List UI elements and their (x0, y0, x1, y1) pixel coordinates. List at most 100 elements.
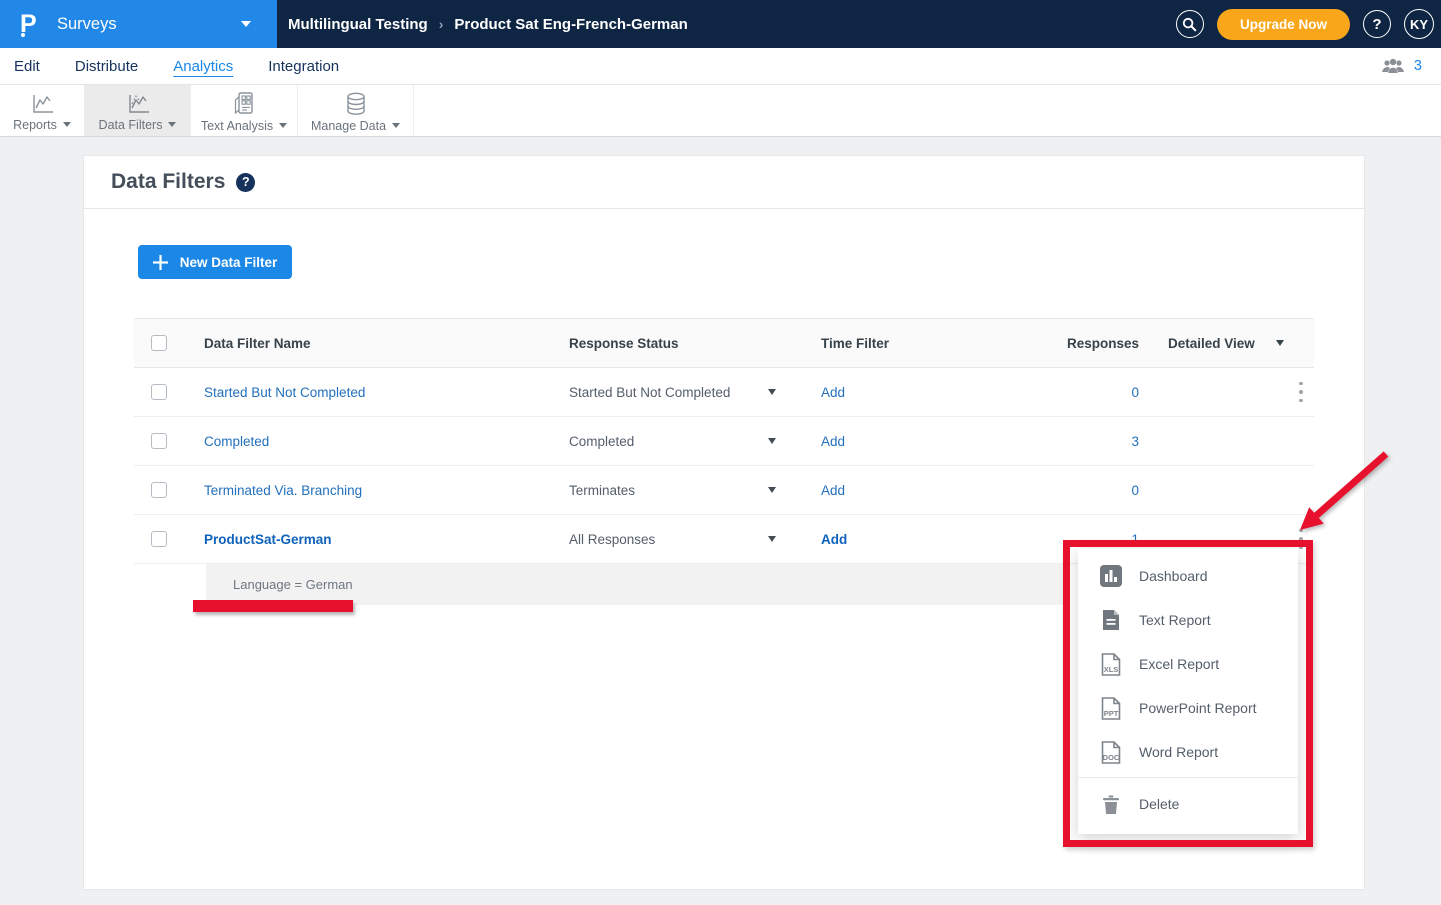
toolbar-data-filters-label: Data Filters (99, 118, 163, 132)
select-all-checkbox[interactable] (151, 335, 167, 351)
svg-text:DOC: DOC (1102, 753, 1119, 762)
menu-item-powerpoint-report[interactable]: PPT PowerPoint Report (1078, 686, 1298, 730)
detailed-view-dropdown[interactable]: Detailed View (1139, 336, 1288, 351)
breadcrumb-separator: › (439, 16, 444, 32)
chevron-down-icon (63, 122, 71, 127)
row-checkbox[interactable] (151, 531, 167, 547)
responses-count[interactable]: 0 (1131, 483, 1139, 498)
table-header-row: Data Filter Name Response Status Time Fi… (134, 318, 1314, 368)
search-button[interactable] (1176, 10, 1204, 38)
page-title: Data Filters (111, 170, 225, 194)
header-data-filter-name: Data Filter Name (204, 336, 569, 351)
chevron-down-icon (392, 123, 400, 128)
toolbar-text-analysis-label: Text Analysis (201, 119, 273, 133)
collaborators-count[interactable]: 3 (1414, 58, 1422, 74)
response-status-dropdown[interactable]: Completed (569, 434, 821, 449)
tab-distribute[interactable]: Distribute (75, 58, 138, 75)
product-switcher[interactable]: P Surveys (0, 0, 277, 48)
table-row: Terminated Via. Branching Terminates Add… (134, 466, 1314, 515)
line-chart-icon (29, 92, 55, 116)
filter-name-link[interactable]: Terminated Via. Branching (204, 483, 362, 498)
responses-count[interactable]: 3 (1131, 434, 1139, 449)
breadcrumb-survey[interactable]: Product Sat Eng-French-German (454, 16, 687, 33)
menu-divider (1078, 777, 1298, 778)
menu-item-delete[interactable]: Delete (1078, 780, 1298, 828)
tab-edit[interactable]: Edit (14, 58, 40, 75)
top-navbar: P Surveys Multilingual Testing › Product… (0, 0, 1441, 48)
product-name: Surveys (57, 15, 117, 34)
response-status-value: Terminates (569, 483, 635, 498)
chevron-down-icon (768, 438, 776, 444)
filter-name-link[interactable]: Completed (204, 434, 269, 449)
time-filter-add-link[interactable]: Add (821, 434, 845, 449)
chevron-down-icon (768, 487, 776, 493)
menu-item-excel-report[interactable]: XLS Excel Report (1078, 642, 1298, 686)
header-time-filter: Time Filter (821, 336, 1011, 351)
header-response-status: Response Status (569, 336, 821, 351)
doc-file-icon: DOC (1099, 741, 1122, 764)
menu-item-dashboard[interactable]: Dashboard (1078, 554, 1298, 598)
chevron-down-icon (279, 123, 287, 128)
time-filter-add-link[interactable]: Add (821, 483, 845, 498)
dashboard-icon (1099, 565, 1122, 588)
time-filter-add-link[interactable]: Add (821, 532, 847, 547)
new-data-filter-button[interactable]: New Data Filter (138, 245, 292, 279)
responses-count[interactable]: 0 (1131, 385, 1139, 400)
menu-item-label: Word Report (1139, 744, 1218, 760)
toolbar-text-analysis[interactable]: Text Analysis (191, 85, 298, 136)
page-help-icon[interactable]: ? (236, 173, 255, 192)
toolbar-manage-data-label: Manage Data (311, 119, 386, 133)
analytics-toolbar: Reports Data Filters Text Analysis (0, 85, 1441, 137)
row-actions-kebab-icon[interactable] (1290, 378, 1312, 406)
response-status-dropdown[interactable]: All Responses (569, 532, 821, 547)
text-analysis-icon (232, 91, 256, 117)
toolbar-data-filters[interactable]: Data Filters (85, 85, 191, 136)
text-file-icon (1099, 609, 1122, 632)
row-checkbox[interactable] (151, 482, 167, 498)
header-responses: Responses (1011, 336, 1139, 351)
response-status-dropdown[interactable]: Terminates (569, 483, 821, 498)
response-status-dropdown[interactable]: Started But Not Completed (569, 385, 821, 400)
help-button[interactable]: ? (1363, 10, 1391, 38)
menu-item-word-report[interactable]: DOC Word Report (1078, 730, 1298, 774)
time-filter-add-link[interactable]: Add (821, 385, 845, 400)
responses-count[interactable]: 1 (1131, 532, 1139, 547)
user-avatar[interactable]: KY (1404, 9, 1434, 39)
svg-text:XLS: XLS (1103, 665, 1118, 674)
collaborators[interactable]: 3 (1381, 58, 1441, 75)
chevron-down-icon (768, 389, 776, 395)
response-status-value: All Responses (569, 532, 655, 547)
toolbar-reports-label: Reports (13, 118, 57, 132)
chevron-down-icon (168, 122, 176, 127)
new-data-filter-label: New Data Filter (180, 255, 278, 270)
toolbar-reports[interactable]: Reports (0, 85, 85, 136)
chevron-down-icon (1276, 340, 1284, 346)
row-checkbox[interactable] (151, 433, 167, 449)
ppt-file-icon: PPT (1099, 697, 1122, 720)
filter-name-link[interactable]: Started But Not Completed (204, 385, 365, 400)
section-tabs: Edit Distribute Analytics Integration (14, 58, 339, 75)
line-chart-icon (125, 92, 151, 116)
questionpro-logo: P (20, 9, 46, 39)
upgrade-now-button[interactable]: Upgrade Now (1217, 9, 1350, 40)
trash-icon (1099, 793, 1122, 816)
response-status-value: Completed (569, 434, 634, 449)
menu-item-label: PowerPoint Report (1139, 700, 1257, 716)
tab-analytics[interactable]: Analytics (173, 58, 233, 75)
filter-condition: Language = German (206, 564, 1064, 605)
toolbar-manage-data[interactable]: Manage Data (298, 85, 414, 136)
panel-header: Data Filters ? (84, 156, 1364, 209)
menu-item-label: Text Report (1139, 612, 1211, 628)
menu-item-text-report[interactable]: Text Report (1078, 598, 1298, 642)
collaborators-icon (1381, 58, 1405, 75)
breadcrumb: Multilingual Testing › Product Sat Eng-F… (288, 16, 688, 33)
filter-name-link[interactable]: ProductSat-German (204, 532, 332, 547)
row-checkbox[interactable] (151, 384, 167, 400)
plus-icon (153, 255, 168, 270)
chevron-down-icon (768, 536, 776, 542)
search-icon (1182, 17, 1197, 32)
response-status-value: Started But Not Completed (569, 385, 730, 400)
svg-text:PPT: PPT (1103, 709, 1118, 718)
breadcrumb-folder[interactable]: Multilingual Testing (288, 16, 428, 33)
tab-integration[interactable]: Integration (268, 58, 339, 75)
